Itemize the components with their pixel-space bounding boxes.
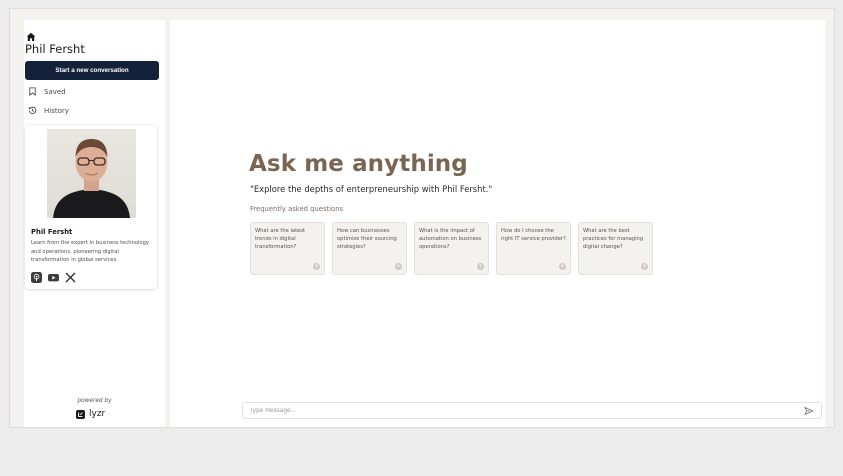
page-title: Ask me anything — [249, 151, 468, 177]
plus-icon: + — [395, 263, 402, 270]
faq-question: How can businesses optimize their sourci… — [337, 228, 397, 250]
plus-icon: + — [313, 263, 320, 270]
bookmark-icon — [29, 87, 36, 96]
profile-description: Learn from the expert in business techno… — [31, 240, 149, 263]
plus-icon: + — [477, 263, 484, 270]
history-icon — [28, 106, 37, 115]
sidebar-item-label: History — [44, 106, 69, 115]
social-links — [31, 272, 76, 283]
faq-card[interactable]: How do I choose the right IT service pro… — [496, 222, 571, 275]
lyzr-logo-icon — [76, 409, 85, 419]
sidebar-item-saved[interactable]: Saved — [28, 87, 66, 96]
brand-name: Phil Fersht — [25, 42, 85, 56]
page-subtitle: "Explore the depths of enterpreneurship … — [250, 184, 493, 194]
podcast-icon[interactable] — [31, 272, 42, 283]
sidebar-item-label: Saved — [44, 87, 66, 96]
profile-name: Phil Fersht — [31, 228, 73, 236]
home-icon[interactable] — [26, 27, 36, 41]
faq-card[interactable]: What is the impact of automation on busi… — [414, 222, 489, 275]
sidebar: Phil Fersht Start a new conversation Sav… — [24, 20, 165, 427]
lyzr-brand[interactable]: lyzr — [76, 409, 105, 419]
lyzr-label: lyzr — [89, 409, 106, 419]
new-conversation-button[interactable]: Start a new conversation — [25, 61, 159, 80]
message-input[interactable] — [250, 407, 804, 414]
sidebar-item-history[interactable]: History — [28, 106, 69, 115]
faq-question: What are the latest trends in digital tr… — [255, 228, 306, 250]
x-icon[interactable] — [65, 272, 76, 283]
profile-card: Phil Fersht Learn from the expert in bus… — [25, 125, 157, 289]
faq-label: Frequently asked questions — [250, 205, 344, 213]
faq-list: What are the latest trends in digital tr… — [250, 222, 653, 275]
powered-by-label: powered by — [77, 398, 112, 404]
faq-question: How do I choose the right IT service pro… — [501, 228, 566, 242]
plus-icon: + — [559, 263, 566, 270]
send-icon[interactable] — [804, 406, 814, 416]
faq-question: What is the impact of automation on busi… — [419, 228, 482, 250]
faq-card[interactable]: What are the latest trends in digital tr… — [250, 222, 325, 275]
faq-card[interactable]: What are the best practices for managing… — [578, 222, 653, 275]
youtube-icon[interactable] — [48, 272, 59, 283]
chat-main: Ask me anything "Explore the depths of e… — [170, 20, 825, 427]
faq-card[interactable]: How can businesses optimize their sourci… — [332, 222, 407, 275]
message-composer — [242, 402, 822, 419]
faq-question: What are the best practices for managing… — [583, 228, 644, 250]
avatar — [47, 129, 136, 218]
plus-icon: + — [641, 263, 648, 270]
